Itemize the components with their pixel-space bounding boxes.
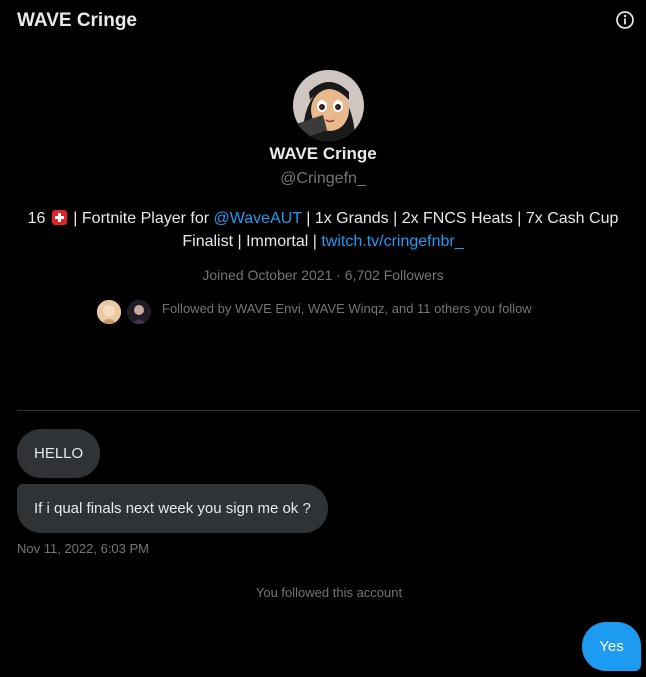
profile-bio: 16 | Fortnite Player for @WaveAUT | 1x G… <box>20 207 626 253</box>
sent-message[interactable]: Yes <box>582 622 641 671</box>
system-notice: You followed this account <box>255 585 403 600</box>
received-message[interactable]: If i qual finals next week you sign me o… <box>17 484 328 533</box>
bio-text: 16 <box>27 210 50 227</box>
bio-text: | Fortnite Player for <box>68 210 214 227</box>
followed-by-text: Followed by WAVE Envi, WAVE Winqz, and 1… <box>162 301 532 316</box>
bio-url-link[interactable]: twitch.tv/cringefnbr_ <box>321 233 463 250</box>
profile-name[interactable]: WAVE Cringe <box>0 144 646 164</box>
received-message[interactable]: HELLO <box>17 429 101 478</box>
follower-avatar <box>126 299 152 325</box>
divider <box>17 410 640 411</box>
info-icon[interactable] <box>615 10 635 30</box>
profile-avatar[interactable] <box>293 70 364 141</box>
conversation-title: WAVE Cringe <box>17 10 137 31</box>
conversation-header: WAVE Cringe <box>0 0 646 42</box>
profile-handle[interactable]: @Cringefn_ <box>0 170 646 188</box>
bio-mention-link[interactable]: @WaveAUT <box>214 210 302 227</box>
message-timestamp: Nov 11, 2022, 6:03 PM <box>17 541 150 556</box>
followed-by[interactable]: Followed by WAVE Envi, WAVE Winqz, and 1… <box>96 298 576 326</box>
swiss-flag-icon <box>51 210 67 225</box>
profile-meta: Joined October 2021 · 6,702 Followers <box>202 267 444 283</box>
follower-avatar <box>96 299 122 325</box>
